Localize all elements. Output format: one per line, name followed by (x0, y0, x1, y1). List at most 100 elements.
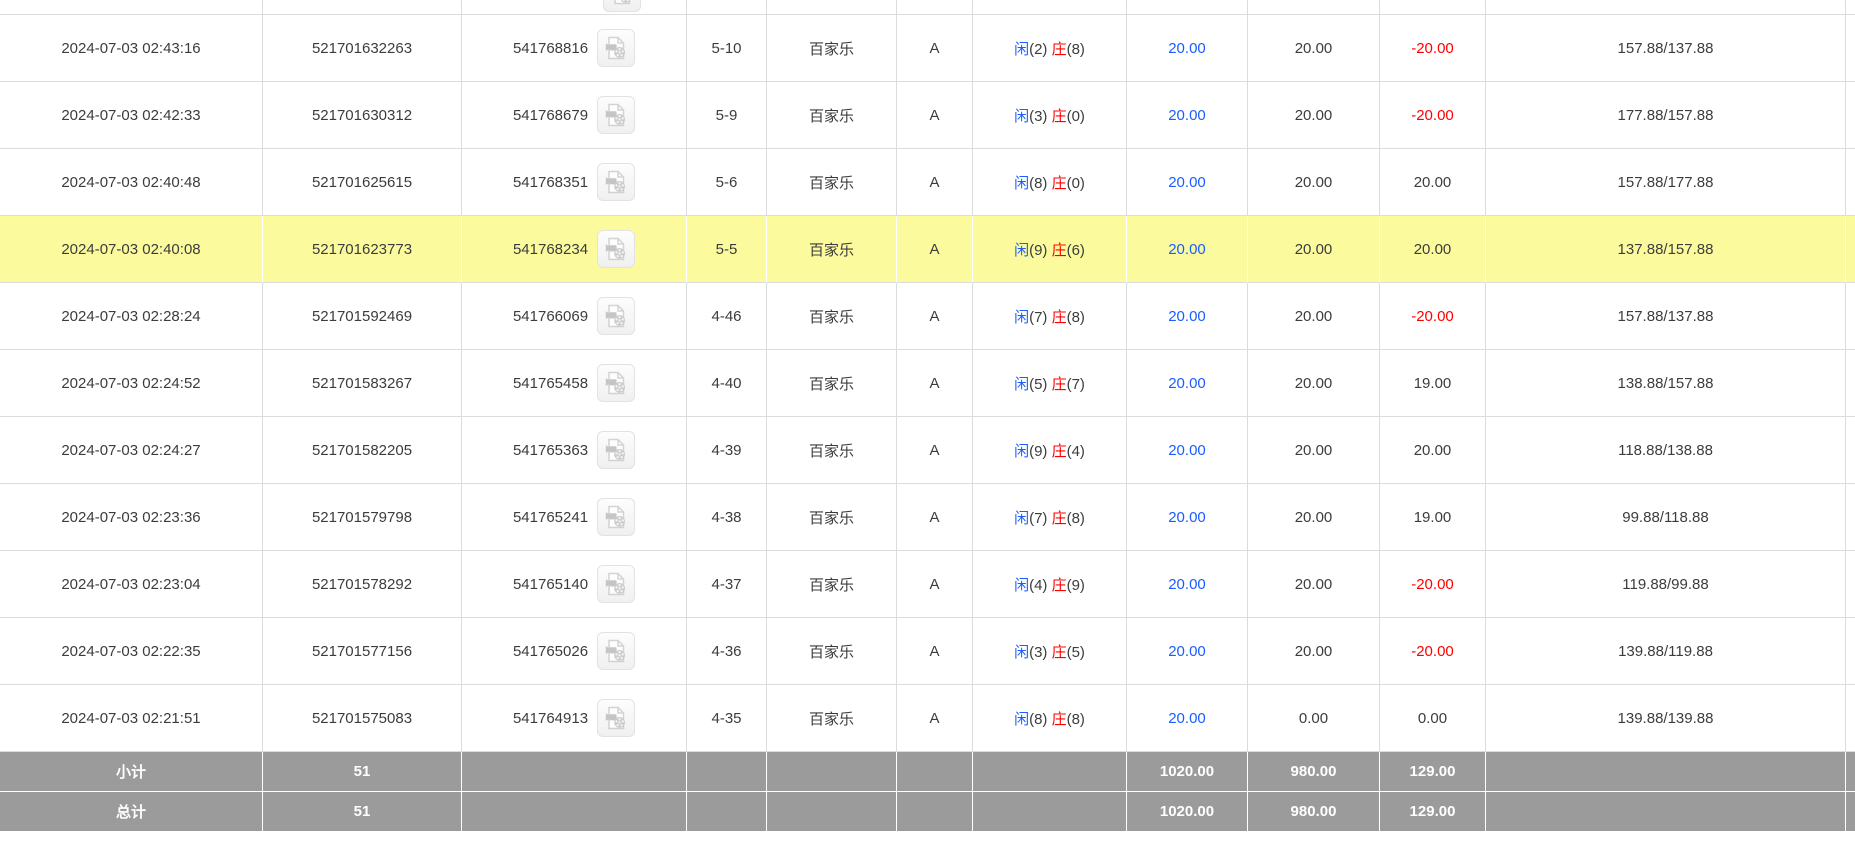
cell-game-result (973, 752, 1127, 792)
cell-cutoff (1846, 149, 1855, 216)
player-label: 闲 (1014, 41, 1029, 58)
cell-balance: 137.88/157.88 (1486, 216, 1846, 283)
cell-game-result: 闲(3) 庄(5) (973, 618, 1127, 685)
video-replay-icon[interactable] (597, 163, 635, 201)
valid-amount-text: 20.00 (1295, 308, 1333, 325)
cell-cutoff (1846, 350, 1855, 417)
bet-amount-text: 20.00 (1168, 509, 1206, 526)
cell-table-code: A (897, 685, 973, 752)
banker-score: (7) (1067, 376, 1085, 393)
cell-game-result: 闲(4) 庄(9) (973, 551, 1127, 618)
player-label: 闲 (1014, 108, 1029, 125)
round-text: 4-40 (711, 375, 741, 392)
bet-amount-text: 20.00 (1168, 40, 1206, 57)
cell-bet-time: 2024-07-03 02:28:24 (0, 283, 263, 350)
valid-sum-text: 980.00 (1291, 803, 1337, 820)
game-id-text: 541765458 (513, 375, 588, 392)
banker-label: 庄 (1052, 376, 1067, 393)
cell-table-code: A (897, 417, 973, 484)
video-replay-icon[interactable] (597, 364, 635, 402)
cell-round: 4-46 (687, 283, 767, 350)
win-loss-text: 0.00 (1418, 710, 1447, 727)
bet-id-text: 521701630312 (312, 107, 412, 124)
video-replay-icon[interactable] (597, 230, 635, 268)
video-replay-icon[interactable] (597, 565, 635, 603)
game-id-group: 541765458 (513, 364, 635, 402)
cell-bet-time: 2024-07-03 02:42:33 (0, 82, 263, 149)
bet-id-text: 521701632263 (312, 40, 412, 57)
cell-round: 4-38 (687, 484, 767, 551)
win-loss-text: -20.00 (1411, 308, 1454, 325)
cell-game-id: 541766069 (462, 283, 687, 350)
cell-valid-amount: 980.00 (1248, 792, 1380, 832)
cell-game-id: 541765363 (462, 417, 687, 484)
cell-bet-id: 521701583267 (263, 350, 462, 417)
player-label: 闲 (1014, 309, 1029, 326)
game-id-text: 541765140 (513, 576, 588, 593)
table-code-text: A (929, 643, 939, 660)
video-replay-icon[interactable] (597, 632, 635, 670)
video-replay-icon[interactable] (597, 498, 635, 536)
round-text: 5-5 (716, 241, 738, 258)
cell-game-result: 闲(7) 庄(8) (973, 283, 1127, 350)
cell-valid-amount: 20.00 (1248, 216, 1380, 283)
cell-game-id: 541764913 (462, 685, 687, 752)
bet-time-text: 2024-07-03 02:43:16 (61, 40, 200, 57)
cell-cutoff (1846, 283, 1855, 350)
cell-balance: 118.88/138.88 (1486, 417, 1846, 484)
cell-game-type: 百家乐 (767, 350, 897, 417)
cell-bet-id: 521701623773 (263, 216, 462, 283)
cell-cutoff (1846, 82, 1855, 149)
cell-cutoff (1846, 216, 1855, 283)
game-id-group: 541768816 (513, 29, 635, 67)
bet-amount-text: 20.00 (1168, 308, 1206, 325)
cell-bet-time: 2024-07-03 02:40:08 (0, 216, 263, 283)
table-row: 2024-07-03 02:40:48521701625615541768351… (0, 149, 1855, 216)
cell-bet-amount: 20.00 (1127, 618, 1248, 685)
bet-sum-text: 1020.00 (1160, 763, 1214, 780)
cell-round (687, 792, 767, 832)
bet-id-text: 521701575083 (312, 710, 412, 727)
player-score: (9) (1029, 242, 1052, 259)
cell-cutoff (1846, 15, 1855, 82)
cell-game-result (973, 0, 1127, 15)
cell-round: 5-9 (687, 82, 767, 149)
round-text: 4-38 (711, 509, 741, 526)
cell-balance: 157.88/137.88 (1486, 15, 1846, 82)
row-count-text: 51 (354, 763, 371, 780)
cell-win-loss: -20.00 (1380, 82, 1486, 149)
player-label: 闲 (1014, 644, 1029, 661)
cell-balance (1486, 0, 1846, 15)
player-label: 闲 (1014, 175, 1029, 192)
bet-id-text: 521701625615 (312, 174, 412, 191)
cell-table-code (897, 792, 973, 832)
video-replay-icon (603, 571, 629, 597)
cell-bet-time: 2024-07-03 02:40:48 (0, 149, 263, 216)
cell-valid-amount: 20.00 (1248, 551, 1380, 618)
bet-time-text: 2024-07-03 02:21:51 (61, 710, 200, 727)
video-replay-icon[interactable] (597, 699, 635, 737)
game-id-text: 541768234 (513, 241, 588, 258)
cell-valid-amount: 20.00 (1248, 618, 1380, 685)
balance-text: 137.88/157.88 (1618, 241, 1714, 258)
cell-game-id: 541765140 (462, 551, 687, 618)
video-replay-icon (603, 504, 629, 530)
win-loss-text: -20.00 (1411, 40, 1454, 57)
table-row: 2024-07-03 02:23:04521701578292541765140… (0, 551, 1855, 618)
cell-table-code: A (897, 618, 973, 685)
cell-game-type: 百家乐 (767, 216, 897, 283)
game-type-text: 百家乐 (809, 309, 854, 326)
cell-bet-amount: 20.00 (1127, 417, 1248, 484)
cell-game-result: 闲(9) 庄(6) (973, 216, 1127, 283)
video-replay-icon[interactable] (597, 96, 635, 134)
cell-game-id: 541765458 (462, 350, 687, 417)
video-replay-icon[interactable] (597, 29, 635, 67)
game-id-group: 541764913 (513, 699, 635, 737)
video-replay-icon[interactable] (597, 297, 635, 335)
cell-round: 5-5 (687, 216, 767, 283)
win-loss-text: 20.00 (1414, 174, 1452, 191)
video-replay-icon[interactable] (597, 431, 635, 469)
cell-bet-amount: 20.00 (1127, 484, 1248, 551)
video-replay-icon[interactable] (603, 0, 641, 12)
video-replay-icon (609, 0, 635, 6)
